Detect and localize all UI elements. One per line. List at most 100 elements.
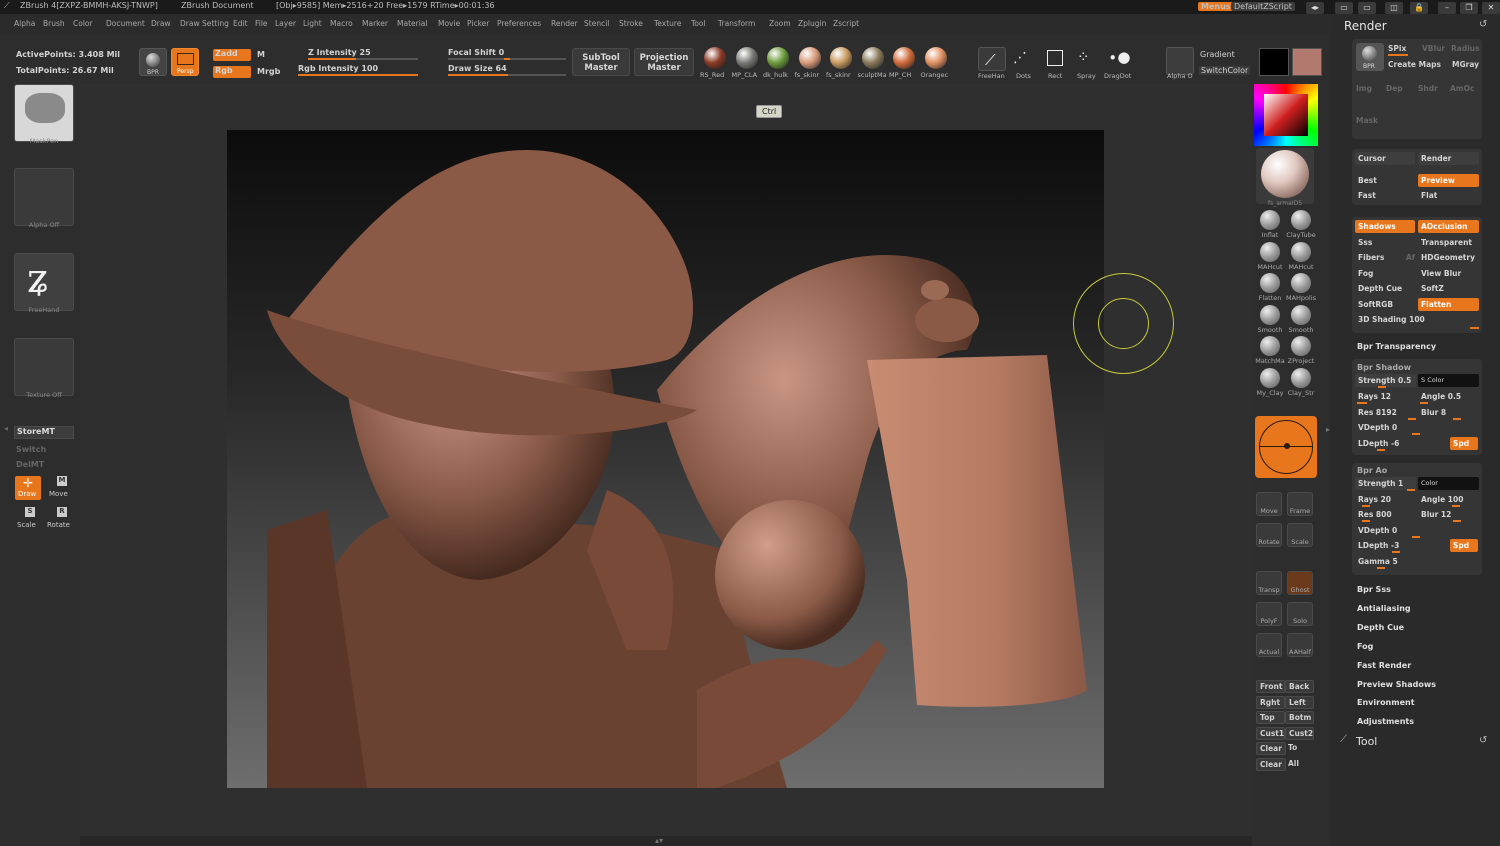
render-palette-title[interactable]: Render — [1344, 19, 1387, 33]
main-color-swatch[interactable] — [1259, 48, 1289, 76]
menu-zscript[interactable]: Zscript — [833, 19, 859, 28]
menu-movie[interactable]: Movie — [438, 19, 460, 28]
bpr-transparency-header[interactable]: Bpr Transparency — [1357, 342, 1436, 351]
menu-picker[interactable]: Picker — [467, 19, 489, 28]
view-left-button[interactable]: Left — [1285, 695, 1314, 709]
view-all-button[interactable]: All — [1285, 758, 1317, 771]
ao-blur-slider[interactable]: Blur 12 — [1418, 508, 1479, 521]
brush-sphere-icon[interactable] — [1260, 336, 1280, 356]
menu-light[interactable]: Light — [303, 19, 322, 28]
toggle-icon[interactable]: ◂▸ — [1306, 2, 1324, 14]
view-front-button[interactable]: Front — [1256, 680, 1285, 693]
shdr-button[interactable]: Shdr — [1418, 84, 1438, 93]
menu-render[interactable]: Render — [551, 19, 578, 28]
default-zscript-button[interactable]: DefaultZScript — [1231, 2, 1295, 11]
bpr-render-button[interactable]: BPR — [1356, 43, 1384, 71]
brush-sphere-icon[interactable] — [1260, 273, 1280, 293]
ao-angle-slider[interactable]: Angle 100 — [1418, 493, 1479, 506]
draw-size-slider[interactable]: Draw Size 64 — [448, 64, 566, 76]
shadow-blur-slider[interactable]: Blur 8 — [1418, 406, 1479, 419]
move-mode-button[interactable]: M Move — [47, 476, 73, 500]
menu-marker[interactable]: Marker — [362, 19, 388, 28]
subtool-master-button[interactable]: SubTool Master — [572, 48, 630, 76]
brush-sphere-icon[interactable] — [1291, 304, 1311, 325]
transparent-toggle[interactable]: Transparent — [1418, 236, 1479, 249]
menu-preferences[interactable]: Preferences — [497, 19, 541, 28]
menu-transform[interactable]: Transform — [718, 19, 755, 28]
rgb-button[interactable]: Rgb — [213, 66, 251, 78]
bpr-button[interactable]: BPR — [139, 48, 167, 76]
material-sphere-icon[interactable] — [767, 47, 789, 69]
ao-spd-toggle[interactable]: Spd — [1450, 539, 1478, 552]
shelf-collapse-arrow-icon[interactable]: ◂ — [4, 424, 10, 440]
view-top-button[interactable]: Top — [1256, 711, 1285, 725]
focal-shift-slider[interactable]: Focal Shift 0 — [448, 48, 566, 60]
brush-sphere-icon[interactable] — [1291, 241, 1311, 262]
secondary-color-swatch[interactable] — [1292, 48, 1322, 76]
material-sphere-icon[interactable] — [893, 47, 915, 69]
shadow-color-swatch[interactable]: S Color — [1418, 374, 1479, 387]
mask-button[interactable]: Mask — [1356, 116, 1378, 125]
document-canvas[interactable] — [227, 130, 1104, 788]
fast-button[interactable]: Fast — [1355, 189, 1415, 202]
brush-thumbnail[interactable] — [14, 84, 74, 142]
material-thumbnail[interactable] — [1256, 148, 1314, 204]
menus-button[interactable]: Menus — [1198, 2, 1234, 11]
gradient-toggle[interactable]: Gradient — [1200, 50, 1235, 59]
rotate-mode-button[interactable]: R Rotate — [47, 507, 73, 531]
brush-sphere-icon[interactable] — [1260, 367, 1280, 388]
lock-icon[interactable]: 🔒 — [1410, 2, 1428, 14]
section-bpr-sss[interactable]: Bpr Sss — [1357, 585, 1391, 594]
vblur-slider[interactable]: VBlur — [1422, 44, 1445, 53]
brush-sphere-icon[interactable] — [1260, 210, 1280, 230]
material-sphere-icon[interactable] — [704, 47, 726, 69]
switch-color-button[interactable]: SwitchColor — [1199, 66, 1251, 75]
menu-alpha[interactable]: Alpha — [14, 19, 35, 28]
color-picker[interactable] — [1254, 84, 1318, 146]
texture-thumbnail[interactable] — [14, 338, 74, 396]
radius-slider[interactable]: Radius — [1451, 44, 1480, 53]
section-environment[interactable]: Environment — [1357, 698, 1415, 707]
view-clear-button[interactable]: Clear — [1256, 758, 1286, 771]
view-cust1-button[interactable]: Cust1 — [1256, 726, 1285, 740]
section-antialiasing[interactable]: Antialiasing — [1357, 604, 1411, 613]
material-sphere-icon[interactable] — [735, 47, 758, 69]
menu-color[interactable]: Color — [73, 19, 93, 28]
menu-layer[interactable]: Layer — [275, 19, 296, 28]
af-toggle[interactable]: Af — [1403, 251, 1417, 264]
scale-mode-button[interactable]: S Scale — [15, 507, 41, 531]
ao-ldepth-slider[interactable]: LDepth -3 — [1355, 539, 1450, 552]
menu-material[interactable]: Material — [397, 19, 427, 28]
del-mt-button[interactable]: DelMT — [16, 460, 44, 469]
softz-toggle[interactable]: SoftZ — [1418, 282, 1479, 295]
menu-file[interactable]: File — [255, 19, 268, 28]
bottom-shelf-arrow-icon[interactable]: ▴▾ — [655, 836, 663, 845]
rgb-intensity-slider[interactable]: Rgb Intensity 100 — [298, 64, 418, 76]
bpr-ao-header[interactable]: Bpr Ao — [1357, 466, 1387, 475]
layout2-icon[interactable]: ▭ — [1358, 2, 1376, 14]
view-botm-button[interactable]: Botm — [1285, 711, 1314, 725]
view-cust2-button[interactable]: Cust2 — [1285, 726, 1314, 740]
draw-mode-button[interactable]: ✛ Draw — [15, 476, 41, 500]
section-adjustments[interactable]: Adjustments — [1357, 717, 1414, 726]
preview-button[interactable]: Preview — [1418, 174, 1479, 187]
alpha-thumbnail-left[interactable] — [14, 168, 74, 226]
maximize-icon[interactable]: ❐ — [1460, 2, 1478, 14]
flat-button[interactable]: Flat — [1418, 189, 1479, 202]
menu-zoom[interactable]: Zoom — [769, 19, 791, 28]
stroke-spray-icon[interactable]: ⁘ — [1077, 48, 1090, 66]
stroke-dots-icon[interactable]: ⋰ — [1013, 50, 1027, 66]
aocclusion-toggle[interactable]: AOcclusion — [1418, 220, 1479, 233]
z-intensity-slider[interactable]: Z Intensity 25 — [308, 48, 418, 60]
store-mt-button[interactable]: StoreMT — [14, 426, 74, 439]
bpr-shadow-header[interactable]: Bpr Shadow — [1357, 363, 1411, 372]
fibers-toggle[interactable]: Fibers — [1355, 251, 1405, 264]
close-icon[interactable]: ✕ — [1482, 2, 1500, 14]
menu-brush[interactable]: Brush — [43, 19, 65, 28]
dep-button[interactable]: Dep — [1386, 84, 1403, 93]
stroke-thumbnail[interactable]: ʑ — [14, 253, 74, 311]
section-depth-cue[interactable]: Depth Cue — [1357, 623, 1404, 632]
color-picker-square[interactable] — [1264, 94, 1308, 136]
section-preview-shadows[interactable]: Preview Shadows — [1357, 680, 1436, 689]
menu-draw-setting[interactable]: Draw Setting — [180, 19, 229, 28]
